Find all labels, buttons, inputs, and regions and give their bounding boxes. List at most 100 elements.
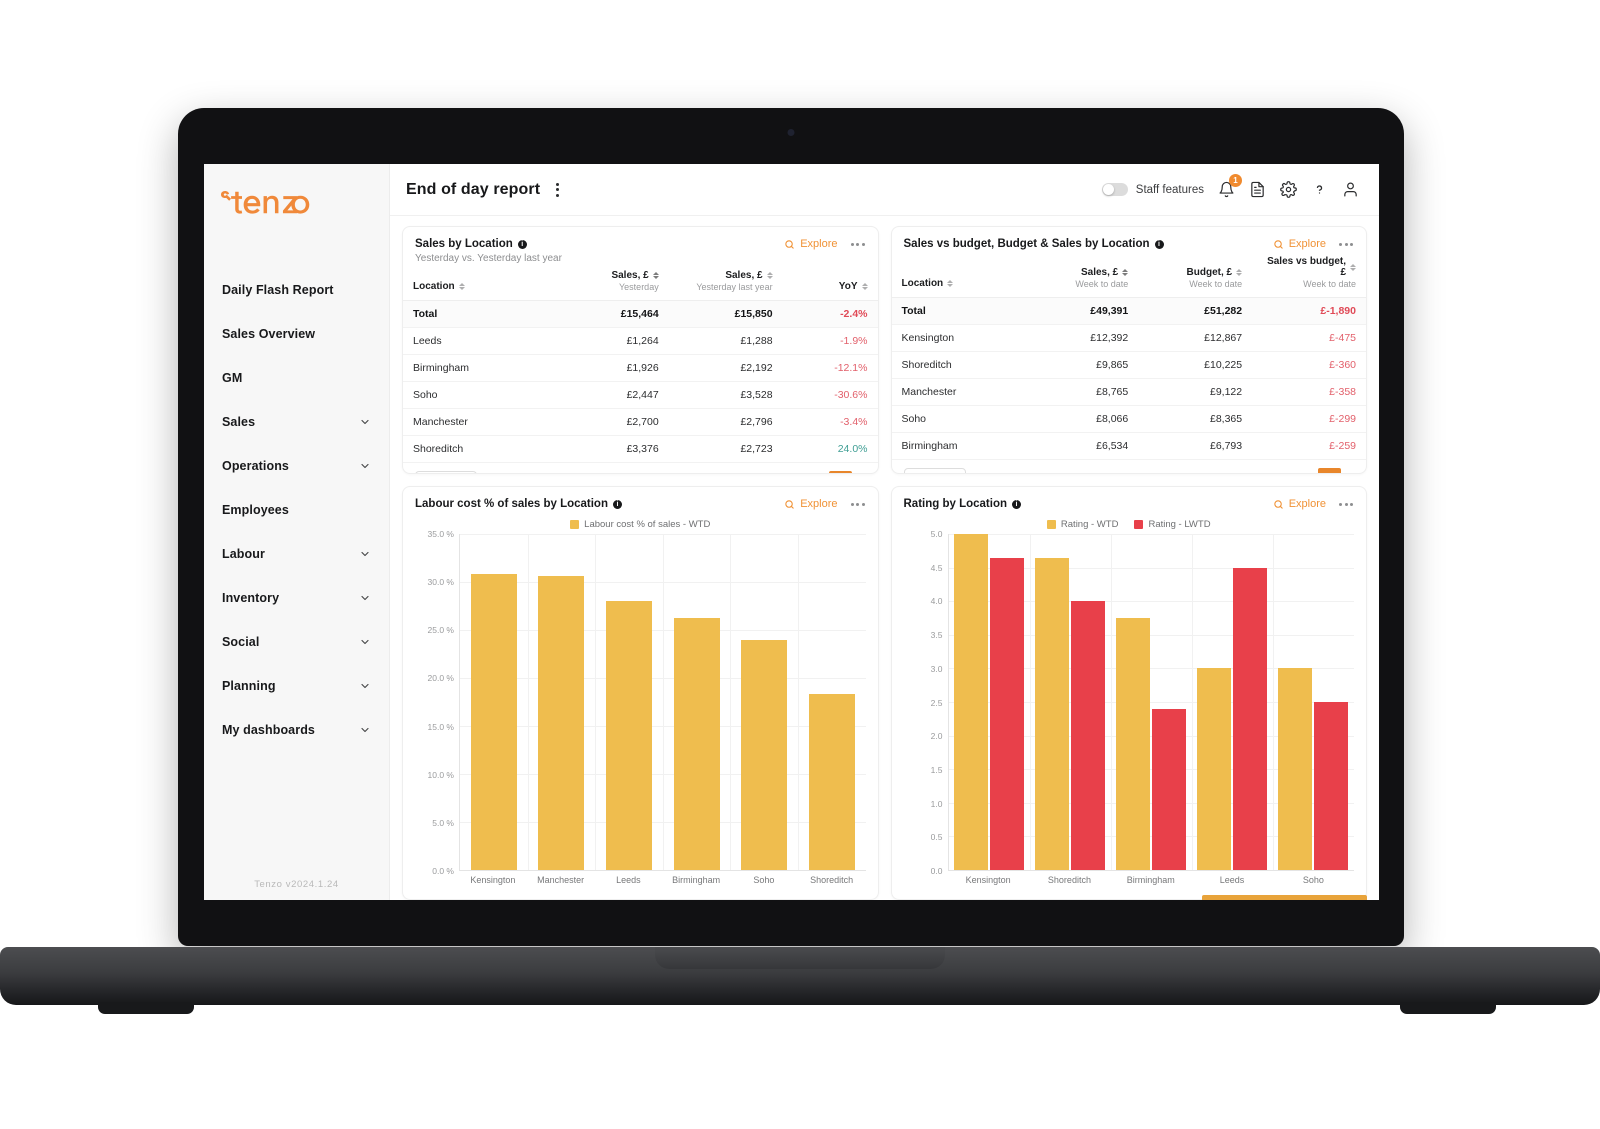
sort-icon[interactable] <box>861 283 868 291</box>
sidebar-item-labour[interactable]: Labour <box>204 532 389 576</box>
bar[interactable] <box>1116 618 1151 870</box>
column-header-sales[interactable]: Sales, £ Yesterday <box>554 264 669 302</box>
bar[interactable] <box>1314 702 1349 870</box>
card-menu-icon[interactable] <box>1338 500 1354 509</box>
bar[interactable] <box>673 618 720 870</box>
card-sales-vs-budget: Sales vs budget, Budget & Sales by Locat… <box>890 226 1367 474</box>
info-icon[interactable]: i <box>517 239 527 249</box>
table-header-row: Location Sales, £ Yesterday Sales, £ Yesterd… <box>403 264 878 302</box>
table-row[interactable]: Total £49,391 £51,282 £-1,890 <box>891 297 1366 326</box>
sidebar-item-inventory[interactable]: Inventory <box>204 576 389 620</box>
x-axis-label: Soho <box>753 875 775 885</box>
page-options-kebab-icon[interactable] <box>552 179 563 201</box>
sidebar-item-employees[interactable]: Employees <box>204 488 389 532</box>
bar[interactable] <box>1035 557 1070 870</box>
bar[interactable] <box>470 574 517 870</box>
column-header-location[interactable]: Location <box>891 250 1025 299</box>
card-menu-icon[interactable] <box>1338 240 1354 249</box>
sidebar-item-operations[interactable]: Operations <box>204 444 389 488</box>
card-menu-icon[interactable] <box>850 500 866 509</box>
cell-yoy: -3.4% <box>782 408 878 437</box>
bar[interactable] <box>741 639 788 870</box>
card-title-text: Labour cost % of sales by Location <box>415 498 608 510</box>
info-icon[interactable]: i <box>612 499 622 509</box>
explore-button[interactable]: Explore <box>784 238 838 250</box>
card-menu-icon[interactable] <box>850 240 866 249</box>
table-row[interactable]: Shoreditch £3,376 £2,723 24.0% <box>403 435 878 464</box>
explore-button[interactable]: Explore <box>1273 238 1326 250</box>
table-row[interactable]: Birmingham £6,534 £6,793 £-259 <box>891 432 1366 461</box>
sort-icon[interactable] <box>1122 269 1129 276</box>
page-size-select[interactable]: 20 <box>903 468 966 473</box>
column-label: YoY <box>838 281 858 293</box>
gear-icon[interactable] <box>1280 181 1297 198</box>
sidebar-item-my-dashboards[interactable]: My dashboards <box>204 708 389 752</box>
bar[interactable] <box>538 576 585 870</box>
column-header-sales[interactable]: Sales, £ Yesterday last year <box>668 264 783 302</box>
explore-button[interactable]: Explore <box>784 498 838 510</box>
page-1-button[interactable]: 1 <box>1317 468 1341 473</box>
info-icon[interactable]: i <box>1154 239 1164 249</box>
staff-features-toggle[interactable] <box>1101 183 1128 196</box>
sort-icon[interactable] <box>766 272 773 279</box>
bell-icon[interactable]: 1 <box>1218 174 1242 198</box>
column-header-sales[interactable]: Sales, £ Week to date <box>1024 250 1139 299</box>
table-row[interactable]: Manchester £8,765 £9,122 £-358 <box>891 378 1366 407</box>
table-row[interactable]: Manchester £2,700 £2,796 -3.4% <box>403 408 878 437</box>
sidebar: Daily Flash Report Sales Overview GM Sales O… <box>204 164 390 900</box>
legend-item[interactable]: Rating - WTD <box>1046 519 1118 530</box>
page-1-button[interactable]: 1 <box>829 471 853 473</box>
table-row[interactable]: Soho £8,066 £8,365 £-299 <box>891 405 1366 434</box>
bar[interactable] <box>954 534 989 870</box>
y-axis-tick: 1.5 <box>930 764 943 775</box>
chevron-down-icon <box>361 463 369 469</box>
table-row[interactable]: Birmingham £1,926 £2,192 -12.1% <box>403 354 878 383</box>
table-row[interactable]: Shoreditch £9,865 £10,225 £-360 <box>891 351 1366 380</box>
sort-icon[interactable] <box>652 272 659 279</box>
bar[interactable] <box>990 557 1025 870</box>
legend-item[interactable]: Labour cost % of sales - WTD <box>570 519 710 530</box>
table-row[interactable]: Kensington £12,392 £12,867 £-475 <box>891 324 1366 353</box>
table-row[interactable]: Total £15,464 £15,850 -2.4% <box>403 300 878 329</box>
sidebar-item-planning[interactable]: Planning <box>204 664 389 708</box>
user-icon[interactable] <box>1342 181 1359 198</box>
bar-group <box>949 534 1030 870</box>
explore-button[interactable]: Explore <box>1273 498 1326 510</box>
bar[interactable] <box>1197 668 1232 870</box>
column-header-budget[interactable]: Budget, £ Week to date <box>1138 250 1253 299</box>
chevron-down-icon <box>361 683 369 689</box>
sidebar-item-social[interactable]: Social <box>204 620 389 664</box>
page-size-select[interactable]: 20 <box>415 471 477 473</box>
y-axis-tick: 15.0 % <box>427 721 454 732</box>
sort-icon[interactable] <box>947 280 954 288</box>
help-icon[interactable] <box>1311 181 1328 198</box>
column-header-sales-vs-budget[interactable]: Sales vs budget, £ Week to date <box>1252 250 1366 299</box>
bar[interactable] <box>1233 567 1268 870</box>
table-row[interactable]: Leeds £1,264 £1,288 -1.9% <box>403 327 878 356</box>
document-icon[interactable] <box>1249 181 1266 198</box>
cell-yoy: -30.6% <box>782 381 878 410</box>
card-title-text: Sales by Location <box>415 238 513 250</box>
sort-icon[interactable] <box>1236 269 1243 276</box>
column-header-location[interactable]: Location <box>403 264 555 302</box>
brand-logo[interactable] <box>204 178 389 238</box>
sidebar-item-gm[interactable]: GM <box>204 356 389 400</box>
sidebar-item-label: Sales Overview <box>222 327 316 341</box>
column-header-yoy[interactable]: YoY <box>782 264 878 302</box>
sidebar-item-sales[interactable]: Sales <box>204 400 389 444</box>
sidebar-item-daily-flash-report[interactable]: Daily Flash Report <box>204 268 389 312</box>
sidebar-item-label: Employees <box>222 503 289 517</box>
y-axis-tick: 4.0 <box>930 596 943 607</box>
bar[interactable] <box>1278 668 1313 870</box>
sort-icon[interactable] <box>458 283 465 291</box>
chart-legend: Rating - WTD Rating - LWTD <box>904 514 1355 534</box>
bar[interactable] <box>605 601 652 870</box>
table-row[interactable]: Soho £2,447 £3,528 -30.6% <box>403 381 878 410</box>
bar[interactable] <box>1071 601 1106 870</box>
bar[interactable] <box>808 694 855 870</box>
sidebar-item-sales-overview[interactable]: Sales Overview <box>204 312 389 356</box>
info-icon[interactable]: i <box>1012 499 1021 509</box>
legend-item[interactable]: Rating - LWTD <box>1134 519 1211 530</box>
sort-icon[interactable] <box>1350 263 1356 271</box>
bar[interactable] <box>1152 708 1187 870</box>
